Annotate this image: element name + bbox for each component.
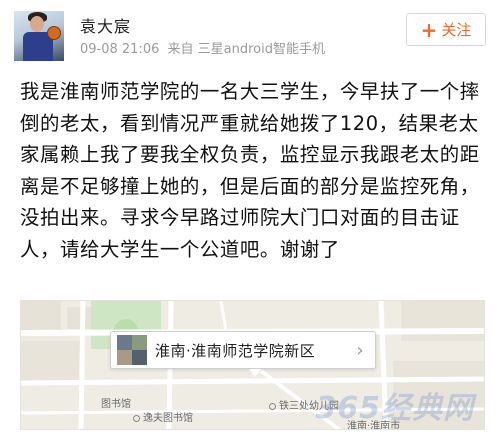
post-source[interactable]: 来自 三星android智能手机 (168, 42, 325, 57)
watermark: 365经典网 (315, 391, 474, 426)
pointer-tail (249, 369, 261, 377)
poi-dot-icon (269, 402, 276, 410)
follow-label: 关注 (441, 21, 472, 39)
map-label-yifu-library: 逸夫图书馆 (133, 409, 193, 424)
location-button[interactable]: 淮南·淮南师范学院新区 › (110, 331, 376, 369)
post-meta: 09-08 21:06 来自 三星android智能手机 (80, 38, 329, 57)
chevron-right-icon: › (356, 339, 364, 361)
location-name: 淮南·淮南师范学院新区 (155, 341, 316, 360)
plus-icon: + (420, 17, 438, 42)
location-thumbnail (117, 335, 147, 365)
basketball-icon (47, 26, 61, 40)
post-time: 09-08 21:06 (80, 42, 160, 57)
post-text: 我是淮南师范学院的一名大三学生，今早扶了一个摔倒的老太，看到情况严重就给她拨了1… (20, 80, 480, 261)
username[interactable]: 袁大宸 (80, 13, 131, 37)
map-label-library: 图书馆 (101, 399, 131, 410)
follow-button[interactable]: + 关注 (406, 13, 486, 46)
location-map[interactable]: 图书馆 逸夫图书馆 铁三处幼儿园 淮南·淮南市 365经典网 淮南·淮南师范学院… (20, 300, 485, 430)
avatar-head (30, 16, 44, 32)
poi-dot-icon (133, 414, 140, 422)
avatar[interactable] (14, 11, 64, 61)
